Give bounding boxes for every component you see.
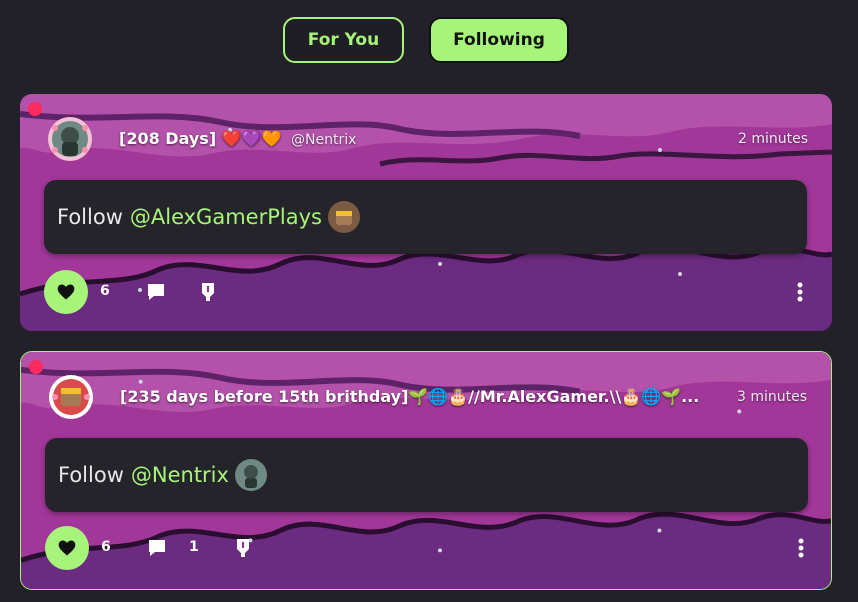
- username-text: [235 days before 15th brithday]🌱🌐🎂//Mr.A…: [120, 387, 700, 406]
- comment-icon[interactable]: [145, 536, 169, 560]
- like-button[interactable]: [45, 526, 89, 570]
- mention-avatar: [234, 459, 267, 491]
- like-count: 6: [101, 539, 111, 555]
- post-actions: 6: [44, 270, 814, 314]
- user-avatar[interactable]: [48, 374, 94, 420]
- comment-icon[interactable]: [144, 280, 168, 304]
- repost-icon[interactable]: [231, 536, 255, 560]
- heart-icon: [57, 284, 75, 300]
- content-text: Follow: [57, 205, 123, 229]
- post-username[interactable]: [235 days before 15th brithday]🌱🌐🎂//Mr.A…: [120, 387, 699, 406]
- like-count: 6: [100, 283, 110, 299]
- more-options-icon[interactable]: [794, 280, 806, 304]
- repost-icon[interactable]: [196, 280, 220, 304]
- like-button[interactable]: [44, 270, 88, 314]
- mention-avatar: [327, 201, 360, 233]
- mention-link[interactable]: @Nentrix: [131, 463, 229, 487]
- online-indicator: [29, 360, 43, 374]
- heart-icon: [58, 540, 76, 556]
- mention-link[interactable]: @AlexGamerPlays: [130, 205, 322, 229]
- post-content: Follow @Nentrix: [45, 438, 808, 512]
- post-content: Follow @AlexGamerPlays: [44, 180, 807, 254]
- post-username[interactable]: [208 Days] ❤️💜🧡 @Nentrix: [119, 129, 356, 148]
- tab-for-you[interactable]: For You: [283, 17, 404, 63]
- post-card[interactable]: [235 days before 15th brithday]🌱🌐🎂//Mr.A…: [20, 351, 832, 590]
- post-card[interactable]: [208 Days] ❤️💜🧡 @Nentrix 2 minutes Follo…: [20, 94, 832, 331]
- post-timestamp: 3 minutes: [736, 389, 807, 405]
- post-timestamp: 2 minutes: [737, 131, 808, 147]
- content-text: Follow: [58, 463, 124, 487]
- tab-following[interactable]: Following: [429, 17, 569, 63]
- feed-tabs: For You Following: [0, 17, 858, 67]
- post-actions: 6 1: [45, 526, 815, 570]
- comment-count: 1: [189, 539, 199, 555]
- user-handle[interactable]: @Nentrix: [291, 132, 356, 148]
- user-avatar[interactable]: [47, 116, 93, 162]
- online-indicator: [28, 102, 42, 116]
- username-text: [208 Days] ❤️💜🧡: [119, 129, 282, 148]
- more-options-icon[interactable]: [795, 536, 807, 560]
